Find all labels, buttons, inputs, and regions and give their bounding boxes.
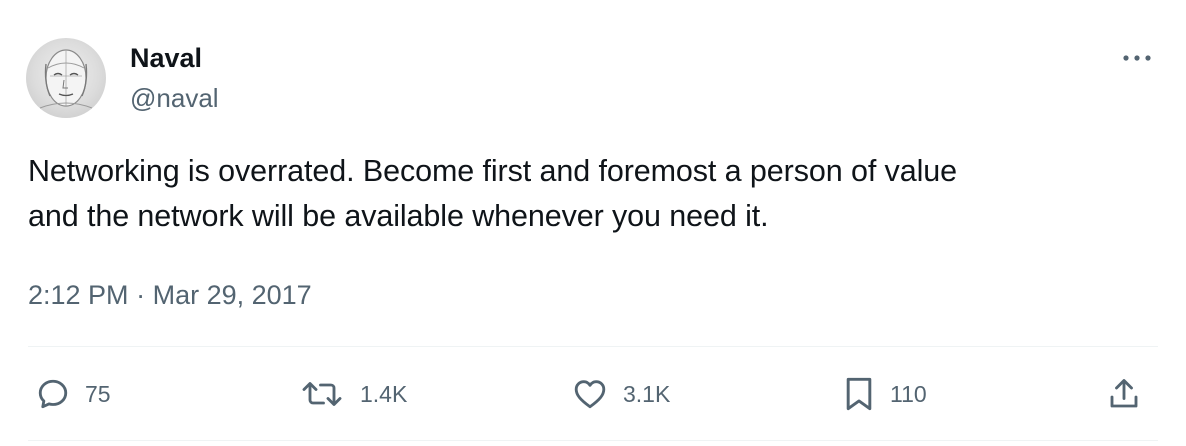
tweet-timestamp: 2:12 PM · Mar 29, 2017	[28, 279, 312, 311]
like-button[interactable]: 3.1K	[571, 372, 670, 416]
share-icon	[1110, 379, 1138, 408]
divider	[28, 346, 1158, 347]
reply-button[interactable]: 75	[35, 372, 111, 416]
more-horizontal-icon	[1123, 55, 1151, 61]
author-handle[interactable]: @naval	[130, 83, 219, 113]
divider	[28, 440, 1158, 441]
tweet-text: Networking is overrated. Become first an…	[28, 154, 957, 233]
more-options-button[interactable]	[1118, 40, 1158, 76]
repost-button[interactable]: 1.4K	[298, 372, 407, 416]
tweet-date[interactable]: Mar 29, 2017	[153, 280, 312, 310]
repost-count: 1.4K	[360, 381, 408, 407]
meta-separator: ·	[136, 280, 146, 310]
repost-icon	[302, 382, 342, 406]
reply-count: 75	[85, 381, 111, 407]
share-button[interactable]	[1106, 372, 1142, 416]
avatar[interactable]	[26, 38, 106, 118]
heart-icon	[574, 380, 606, 409]
like-count: 3.1K	[623, 381, 671, 407]
reply-icon	[38, 379, 68, 409]
author-name[interactable]: Naval	[130, 42, 202, 74]
bookmark-count: 110	[890, 381, 927, 407]
bookmark-icon	[846, 377, 872, 411]
bookmark-button[interactable]: 110	[842, 372, 927, 416]
tweet-card: Naval @naval Networking is overrated. Be…	[0, 0, 1186, 446]
avatar-sketch-face-icon	[39, 49, 93, 109]
tweet-time[interactable]: 2:12 PM	[28, 280, 129, 310]
